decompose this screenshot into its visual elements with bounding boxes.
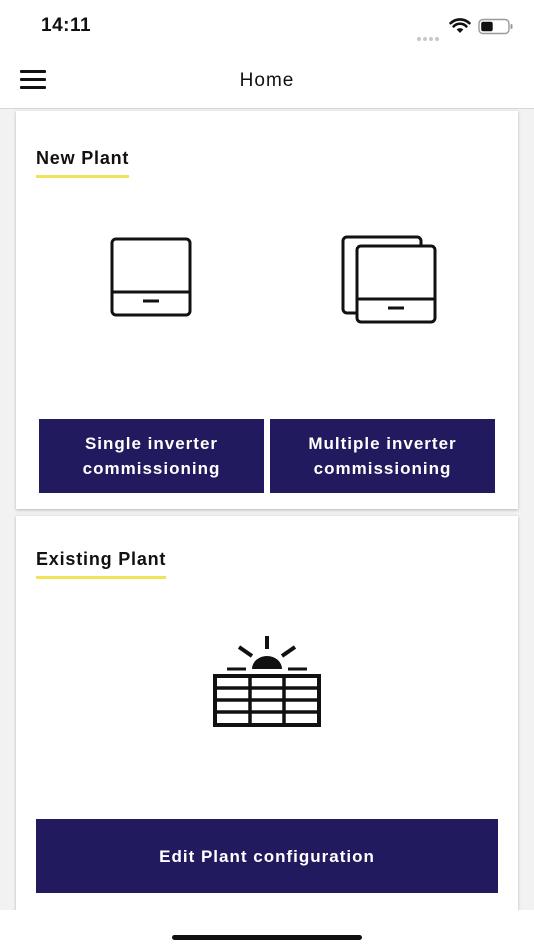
single-inverter-commissioning-button[interactable]: Single inverter commissioning — [39, 419, 264, 493]
multiple-inverter-icon — [341, 235, 437, 324]
page-title: Home — [239, 70, 295, 91]
content-area: New Plant Single inverter commissioning … — [0, 109, 534, 910]
home-indicator — [172, 935, 362, 940]
solar-panel-icon — [213, 636, 321, 727]
edit-plant-configuration-button[interactable]: Edit Plant configuration — [36, 819, 498, 893]
single-inverter-icon — [110, 237, 192, 317]
existing-plant-card: Existing Plant Edit Plant configuration — [16, 516, 518, 910]
status-bar: 14:11 — [0, 0, 534, 54]
multiple-inverter-commissioning-button[interactable]: Multiple inverter commissioning — [270, 419, 495, 493]
new-plant-title: New Plant — [36, 148, 130, 178]
new-plant-card: New Plant Single inverter commissioning … — [16, 111, 518, 509]
existing-plant-title: Existing Plant — [36, 549, 167, 579]
wifi-icon — [449, 18, 471, 33]
nav-bar: Home — [0, 54, 534, 109]
battery-icon — [478, 18, 513, 35]
signal-dots-icon — [417, 28, 443, 41]
status-time: 14:11 — [41, 15, 92, 36]
